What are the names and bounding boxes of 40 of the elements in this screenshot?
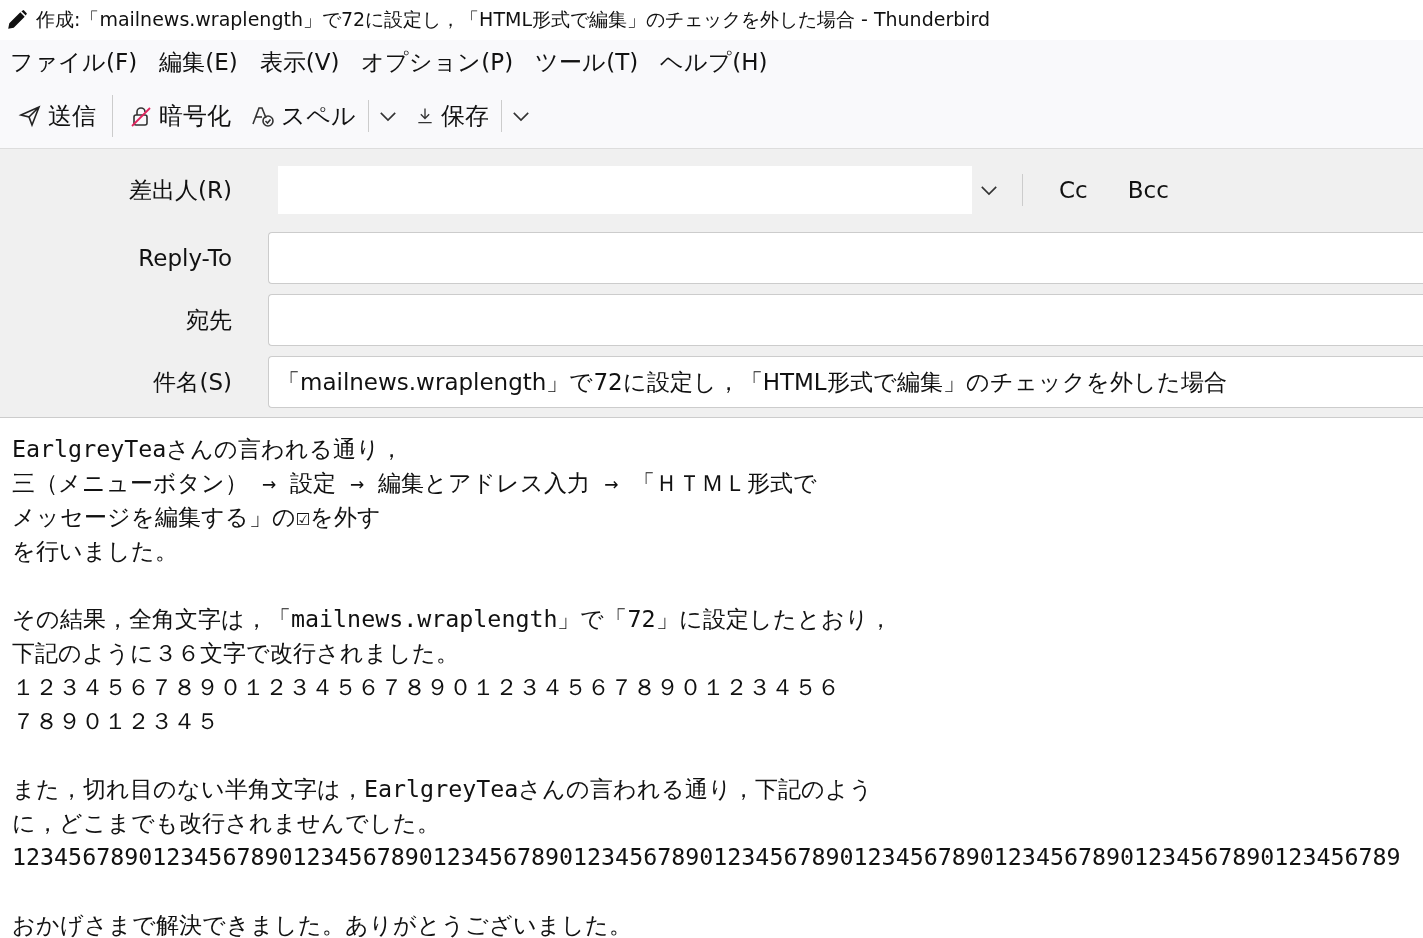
body-text-line: その結果，全角文字は，「mailnews.wraplength」で「72」に設定したとおり， (12, 604, 892, 634)
body-text-line: １２３４５６７８９０１２３４５６７８９０１２３４５６７８９０１２３４５６ (12, 672, 840, 702)
input-field[interactable]: 「mailnews.wraplength」で72に設定し，「HTML形式で編集」のチェックを外した場合 (268, 356, 1423, 408)
lock-icon (129, 104, 153, 128)
field-label: Reply-To (137, 245, 233, 271)
chevron-icon (512, 110, 530, 122)
body-text-line: を行いました。 (12, 536, 178, 566)
body-text-line: 下記のように３６文字で改行されました。 (12, 638, 459, 668)
body-text-line: また，切れ目のない半角文字は，EarlgreyTeaさんの言われる通り，下記のよう (12, 774, 874, 804)
body-text-line: 三（メニューボタン） → 設定 → 編集とアドレス入力 → 「ＨＴＭＬ形式で (12, 468, 818, 498)
menu-item[interactable]: オプション(P) (361, 46, 514, 78)
field-label: 宛先 (185, 305, 233, 335)
download-icon (415, 106, 435, 126)
spellcheck-icon (251, 104, 275, 128)
menu-item[interactable]: ツール(T) (535, 46, 639, 78)
body-text-line: 123456789012345678901234567890123456789012345678901234567890123456789012345678901234567890123456789 (12, 842, 1401, 872)
pencil-icon (6, 9, 28, 31)
body-text-line: ７８９０１２３４５ (12, 706, 219, 736)
menu-item[interactable]: ヘルプ(H) (660, 46, 768, 78)
menu-item[interactable]: ファイル(F) (10, 46, 138, 78)
window-title: 作成:「mailnews.wraplength」で72に設定し，「HTML形式で編集」のチェックを外した場合 - Thunderbird (36, 7, 991, 32)
chevron-icon (980, 184, 998, 196)
body-text-line: EarlgreyTeaさんの言われる通り， (12, 434, 404, 464)
chevron-icon (379, 110, 397, 122)
body-text-line: に，どこまでも改行されませんでした。 (12, 808, 440, 838)
input-field[interactable] (268, 232, 1423, 284)
send-icon (18, 104, 42, 128)
input-field[interactable] (268, 294, 1423, 346)
toolbar-button[interactable]: 暗号化 (119, 96, 241, 136)
toolbar-button[interactable]: 送信 (8, 96, 106, 136)
toolbar-button[interactable]: スペル (241, 96, 366, 136)
cc-button[interactable]: Cc (1053, 176, 1094, 204)
body-text-line: おかげさまで解決できました。ありがとうございました。 (12, 910, 632, 938)
field-label: 件名(S) (152, 367, 233, 397)
field-label: 差出人(R) (128, 175, 233, 205)
menu-item[interactable]: 編集(E) (159, 46, 238, 78)
bcc-button[interactable]: Bcc (1121, 176, 1175, 204)
body-text-line: メッセージを編集する」の☑を外す (12, 502, 382, 532)
toolbar-button[interactable]: 保存 (405, 96, 499, 136)
menu-item[interactable]: 表示(V) (259, 46, 340, 78)
